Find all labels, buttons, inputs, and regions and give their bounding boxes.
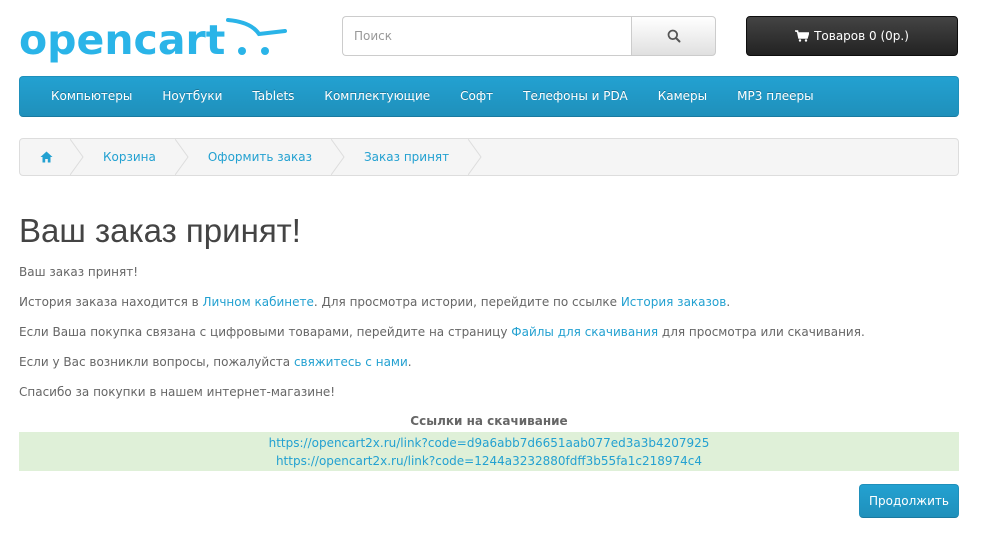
contact-pre: Если у Вас возникли вопросы, пожалуйста — [19, 355, 294, 369]
contact-text: Если у Вас возникли вопросы, пожалуйста … — [19, 355, 412, 369]
cart-button[interactable]: Товаров 0 (0р.) — [746, 16, 958, 56]
order-history-post: . — [726, 295, 731, 309]
menu-item-mp3[interactable]: MP3 плееры — [722, 76, 828, 117]
download-links-box: https://opencart2x.ru/link?code=d9a6abb7… — [19, 432, 959, 471]
search-group — [342, 16, 716, 56]
order-history-pre: История заказа находится в — [19, 295, 203, 309]
downloads-text: Если Ваша покупка связана с цифровыми то… — [19, 325, 865, 339]
breadcrumb-checkout[interactable]: Оформить заказ — [178, 139, 345, 175]
breadcrumb-success[interactable]: Заказ принят — [334, 139, 482, 175]
search-input[interactable] — [342, 16, 632, 56]
breadcrumb-cart-label: Корзина — [103, 150, 156, 164]
download-link[interactable]: https://opencart2x.ru/link?code=d9a6abb7… — [269, 436, 710, 450]
page-title: Ваш заказ принят! — [19, 212, 301, 249]
breadcrumb-home[interactable] — [20, 139, 84, 175]
success-text: Ваш заказ принят! — [19, 265, 139, 279]
shopping-cart-icon — [795, 30, 810, 42]
logo-cart-icon — [226, 18, 287, 55]
download-link[interactable]: https://opencart2x.ru/link?code=1244a323… — [276, 454, 702, 468]
menu-item-tablets[interactable]: Tablets — [237, 76, 309, 117]
order-history-link[interactable]: История заказов — [621, 295, 727, 309]
contact-link[interactable]: свяжитесь с нами — [294, 355, 408, 369]
menu-item-software[interactable]: Софт — [445, 76, 508, 117]
order-history-text: История заказа находится в Личном кабине… — [19, 295, 730, 309]
search-icon — [667, 29, 680, 43]
cart-total-label: Товаров 0 (0р.) — [814, 29, 909, 43]
breadcrumb-success-label: Заказ принят — [363, 150, 450, 164]
search-button[interactable] — [631, 16, 716, 56]
breadcrumb-checkout-label: Оформить заказ — [207, 150, 312, 164]
menu-item-components[interactable]: Комплектующие — [309, 76, 445, 117]
order-history-mid: . Для просмотра истории, перейдите по сс… — [313, 295, 621, 309]
menu-item-cameras[interactable]: Камеры — [643, 76, 722, 117]
opencart-logo[interactable]: opencart — [19, 14, 289, 66]
continue-button[interactable]: Продолжить — [859, 484, 959, 518]
downloads-link[interactable]: Файлы для скачивания — [511, 325, 658, 339]
home-icon — [40, 151, 53, 163]
thanks-text: Спасибо за покупки в нашем интернет-мага… — [19, 385, 336, 399]
logo-text: opencart — [19, 16, 225, 64]
breadcrumb-cart[interactable]: Корзина — [73, 139, 189, 175]
downloads-post: для просмотра или скачивания. — [658, 325, 865, 339]
downloads-pre: Если Ваша покупка связана с цифровыми то… — [19, 325, 512, 339]
contact-post: . — [407, 355, 412, 369]
download-links-title: Ссылки на скачивание — [410, 414, 568, 428]
account-link[interactable]: Личном кабинете — [203, 295, 314, 309]
menu-item-laptops[interactable]: Ноутбуки — [147, 76, 237, 117]
main-menu: Компьютеры Ноутбуки Tablets Комплектующи… — [19, 76, 959, 117]
menu-item-phones[interactable]: Телефоны и PDA — [508, 76, 643, 117]
menu-item-computers[interactable]: Компьютеры — [36, 76, 147, 117]
breadcrumb-separator — [468, 139, 482, 175]
breadcrumb: Корзина Оформить заказ Заказ принят — [19, 138, 959, 176]
